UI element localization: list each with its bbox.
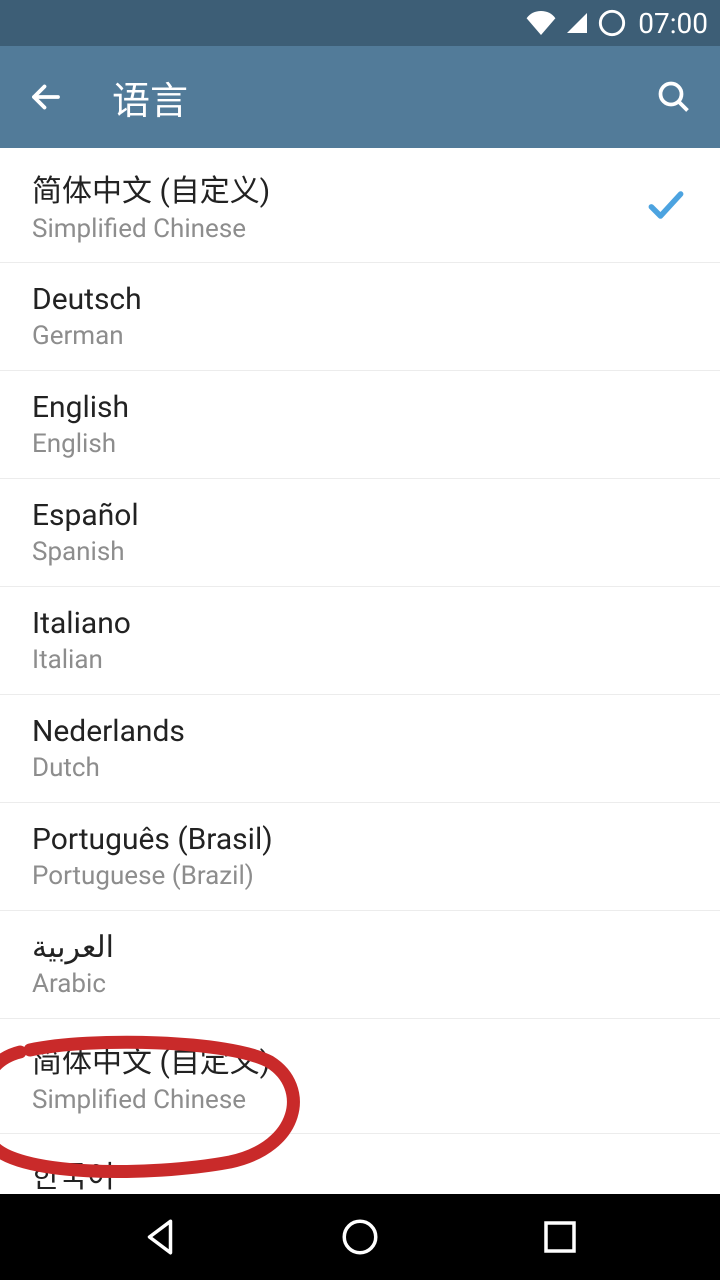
- language-item-nederlands[interactable]: Nederlands Dutch: [0, 695, 720, 803]
- signal-icon: [564, 11, 590, 35]
- app-bar: 语言: [0, 46, 720, 148]
- language-secondary-label: German: [32, 321, 142, 351]
- language-secondary-label: Dutch: [32, 753, 185, 783]
- language-secondary-label: Spanish: [32, 537, 139, 567]
- nav-back-icon[interactable]: [139, 1216, 181, 1258]
- language-list: 简体中文 (自定义) Simplified Chinese Deutsch Ge…: [0, 148, 720, 1194]
- nav-recent-icon[interactable]: [539, 1216, 581, 1258]
- language-item-portugues-brasil[interactable]: Português (Brasil) Portuguese (Brazil): [0, 803, 720, 911]
- language-item-arabic[interactable]: العربية Arabic: [0, 911, 720, 1019]
- language-primary-label: 한국어: [32, 1152, 115, 1194]
- language-secondary-label: Arabic: [32, 969, 114, 999]
- language-secondary-label: Simplified Chinese: [32, 1085, 270, 1115]
- language-item-simplified-chinese-custom[interactable]: 简体中文 (自定义) Simplified Chinese: [0, 148, 720, 263]
- language-primary-label: Italiano: [32, 606, 131, 641]
- language-item-espanol[interactable]: Español Spanish: [0, 479, 720, 587]
- language-list-container: 简体中文 (自定义) Simplified Chinese Deutsch Ge…: [0, 148, 720, 1194]
- navigation-bar: [0, 1194, 720, 1280]
- language-item-simplified-chinese-custom-2[interactable]: 简体中文 (自定义) Simplified Chinese: [0, 1019, 720, 1134]
- wifi-icon: [526, 11, 556, 35]
- language-primary-label: English: [32, 390, 129, 425]
- language-item-korean[interactable]: 한국어: [0, 1134, 720, 1194]
- language-primary-label: 简体中文 (自定义): [32, 166, 270, 210]
- language-secondary-label: English: [32, 429, 129, 459]
- language-secondary-label: Simplified Chinese: [32, 214, 270, 244]
- status-bar: 07:00: [0, 0, 720, 46]
- check-icon: [644, 183, 688, 227]
- language-secondary-label: Italian: [32, 645, 131, 675]
- page-title: 语言: [112, 70, 656, 125]
- language-primary-label: Português (Brasil): [32, 822, 273, 857]
- nav-home-icon[interactable]: [339, 1216, 381, 1258]
- language-primary-label: Nederlands: [32, 714, 185, 749]
- language-item-english[interactable]: English English: [0, 371, 720, 479]
- status-time: 07:00: [638, 7, 708, 40]
- language-primary-label: Español: [32, 498, 139, 533]
- language-primary-label: 简体中文 (自定义): [32, 1037, 270, 1081]
- language-item-deutsch[interactable]: Deutsch German: [0, 263, 720, 371]
- circle-icon: [598, 9, 626, 37]
- language-secondary-label: Portuguese (Brazil): [32, 861, 273, 891]
- language-primary-label: Deutsch: [32, 282, 142, 317]
- language-primary-label: العربية: [32, 930, 114, 965]
- back-icon[interactable]: [28, 79, 64, 115]
- search-icon[interactable]: [656, 79, 692, 115]
- language-item-italiano[interactable]: Italiano Italian: [0, 587, 720, 695]
